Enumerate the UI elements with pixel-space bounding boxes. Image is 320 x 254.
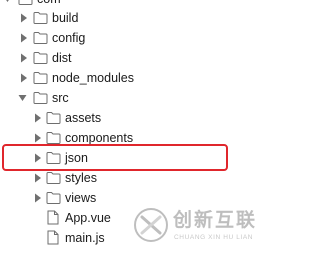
caret-right-icon[interactable] xyxy=(19,13,28,23)
tree-item-label: styles xyxy=(65,171,97,185)
folder-icon xyxy=(33,92,48,104)
tree-row-assets[interactable]: assets xyxy=(0,108,269,128)
tree-item-label: src xyxy=(52,91,69,105)
tree-row-node-modules[interactable]: node_modules xyxy=(0,68,269,88)
tree-row-build[interactable]: build xyxy=(0,8,269,28)
folder-icon xyxy=(18,0,33,5)
tree-item-label: build xyxy=(52,11,79,25)
folder-icon xyxy=(46,132,61,144)
tree-item-label: App.vue xyxy=(65,211,111,225)
caret-right-icon[interactable] xyxy=(33,113,42,123)
tree-row-src[interactable]: src xyxy=(0,88,269,108)
highlight-box xyxy=(2,144,228,171)
tree-item-label: dist xyxy=(52,51,72,65)
caret-right-icon[interactable] xyxy=(33,133,42,143)
caret-right-icon[interactable] xyxy=(33,173,42,183)
tree-item-label: node_modules xyxy=(52,71,135,85)
file-tree: com build config dist xyxy=(0,0,269,254)
folder-icon xyxy=(46,192,61,204)
caret-right-icon[interactable] xyxy=(33,193,42,203)
tree-item-label: com xyxy=(37,0,61,7)
folder-icon xyxy=(33,12,48,24)
folder-icon xyxy=(46,172,61,184)
caret-down-icon[interactable] xyxy=(18,93,27,103)
tree-item-label: config xyxy=(52,31,86,45)
caret-right-icon[interactable] xyxy=(19,73,28,83)
x-swirl-logo-icon xyxy=(134,208,168,242)
watermark: 创新互联 CHUANG XIN HU LIAN xyxy=(133,205,265,249)
caret-right-icon[interactable] xyxy=(19,53,28,63)
file-icon xyxy=(47,230,59,245)
tree-item-label: main.js xyxy=(65,231,105,245)
caret-right-icon[interactable] xyxy=(19,33,28,43)
caret-down-icon[interactable] xyxy=(3,0,12,4)
folder-icon xyxy=(46,112,61,124)
tree-row-styles[interactable]: styles xyxy=(0,168,269,188)
folder-icon xyxy=(33,32,48,44)
watermark-title: 创新互联 xyxy=(173,210,258,231)
folder-icon xyxy=(33,72,48,84)
tree-item-label: assets xyxy=(65,111,102,125)
file-icon xyxy=(47,210,59,225)
folder-icon xyxy=(33,52,48,64)
tree-row-config[interactable]: config xyxy=(0,28,269,48)
tree-item-label: views xyxy=(65,191,97,205)
watermark-subtitle: CHUANG XIN HU LIAN xyxy=(174,234,254,241)
tree-row-dist[interactable]: dist xyxy=(0,48,269,68)
